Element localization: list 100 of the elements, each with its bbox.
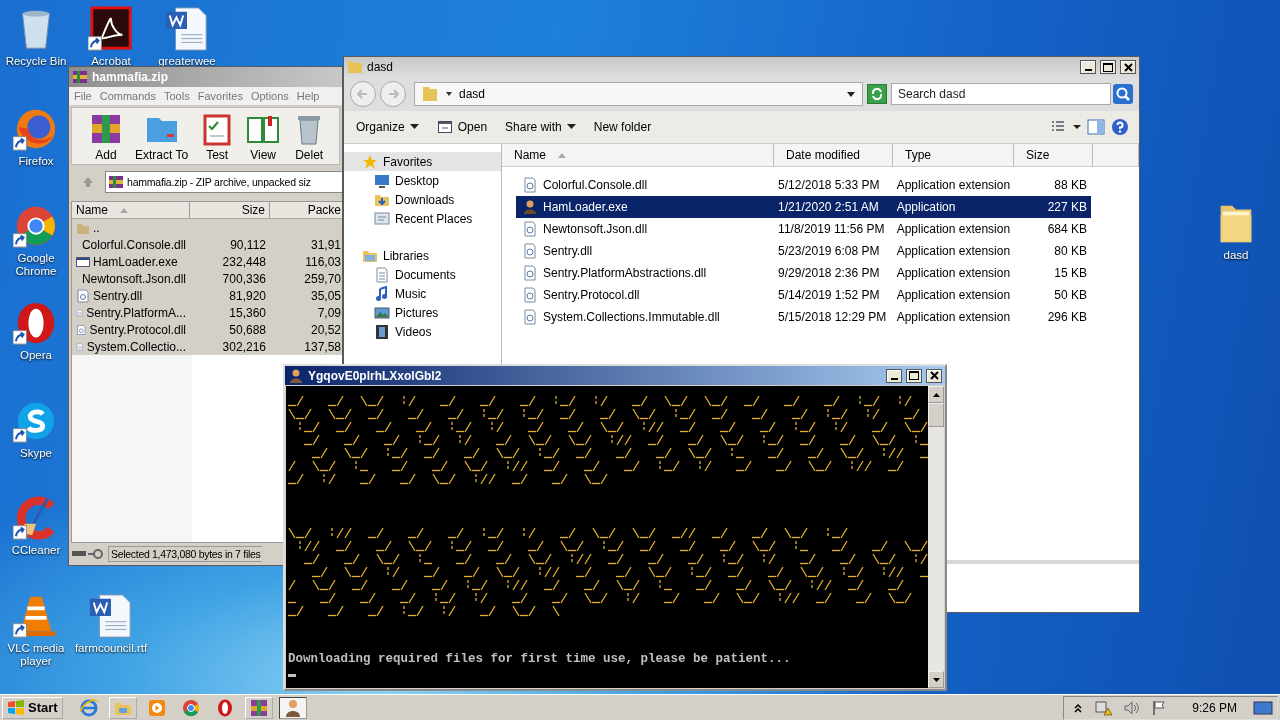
file-row[interactable]: Sentry.PlatformAbstractions.dll 9/29/2018 2:36 PM Application extension 15 KB xyxy=(516,262,1091,284)
menu-item[interactable]: Help xyxy=(296,90,320,102)
nav-item[interactable]: Desktop xyxy=(344,171,501,190)
address-field[interactable]: hammafia.zip - ZIP archive, unpacked siz xyxy=(105,171,342,193)
table-cell-text: Application extension xyxy=(895,288,1012,302)
table-cell-text: 296 KB xyxy=(1046,310,1088,324)
file-row[interactable]: Newtonsoft.Json.dll 11/8/2019 11:56 PM Application extension 684 KB xyxy=(516,218,1091,240)
address-bar[interactable]: dasd xyxy=(414,82,863,106)
scrollbar[interactable] xyxy=(928,386,944,688)
file-name: System.Collectio... xyxy=(86,339,186,354)
icon-label: Google Chrome xyxy=(14,252,58,278)
search-icon[interactable] xyxy=(1113,84,1133,104)
file-icon xyxy=(522,177,538,193)
refresh-button[interactable] xyxy=(867,84,887,104)
file-row[interactable]: Sentry.dll 5/23/2019 6:08 PM Application extension 80 KB xyxy=(516,240,1091,262)
file-row[interactable]: Colorful.Console.dll 5/12/2018 5:33 PM Application extension 88 KB xyxy=(516,174,1091,196)
toolbar-button[interactable]: Add xyxy=(84,112,128,162)
nav-item[interactable]: Videos xyxy=(344,322,501,341)
maximize-button[interactable] xyxy=(1100,60,1116,74)
menu-item[interactable]: Options xyxy=(250,90,289,102)
help-icon[interactable] xyxy=(1111,118,1129,136)
file-row[interactable]: System.Collections.Immutable.dll 5/15/2018 12:29 PM Application extension 296 KB xyxy=(516,306,1091,328)
minimize-button[interactable] xyxy=(886,368,902,383)
nav-item[interactable]: Music xyxy=(344,284,501,303)
console-text: Downloading required files for first time use, please be patient... xyxy=(288,652,792,666)
command-button[interactable]: Organize xyxy=(350,116,425,138)
search-field[interactable]: Search dasd xyxy=(891,83,1111,105)
chevron-up-icon[interactable] xyxy=(1074,702,1083,713)
flag-icon[interactable] xyxy=(1152,699,1167,716)
command-button[interactable]: Open xyxy=(430,115,494,139)
table-cell-text: 700,336 xyxy=(221,271,267,286)
caret-icon[interactable] xyxy=(846,90,856,98)
file-row[interactable]: Sentry.Protocol.dll 50,688 20,52 xyxy=(72,321,342,338)
network-warning-icon[interactable] xyxy=(1094,699,1113,716)
file-row[interactable]: Colorful.Console.dll 90,112 31,91 xyxy=(72,236,342,253)
folder-icon xyxy=(421,85,439,103)
nav-item[interactable]: Documents xyxy=(344,265,501,284)
menu-item[interactable]: Favorites xyxy=(197,90,243,102)
file-name: Sentry.Protocol.dll xyxy=(89,322,186,337)
icon-label: CCleaner xyxy=(11,544,61,557)
file-row[interactable]: .. xyxy=(72,219,342,236)
file-icon xyxy=(522,287,538,303)
column-header[interactable]: Packe xyxy=(270,202,342,218)
file-row[interactable]: HamLoader.exe 232,448 116,03 xyxy=(72,253,342,270)
file-row[interactable]: Sentry.dll 81,920 35,05 xyxy=(72,287,342,304)
forward-arrow-icon xyxy=(387,88,399,100)
nav-item[interactable]: Favorites xyxy=(344,152,501,171)
nav-item[interactable]: Libraries xyxy=(344,246,501,265)
column-header[interactable]: Name xyxy=(502,144,774,166)
archive-icon xyxy=(72,69,88,85)
command-button[interactable]: New folder xyxy=(587,116,658,138)
acrobat-icon[interactable] xyxy=(88,6,134,52)
close-button[interactable] xyxy=(926,368,942,383)
column-header[interactable]: Date modified xyxy=(774,144,893,166)
file-row[interactable]: System.Collectio... 302,216 137,58 xyxy=(72,338,342,355)
maximize-button[interactable] xyxy=(906,368,922,383)
table-cell-text: 5/12/2018 5:33 PM xyxy=(777,178,881,192)
program-icon xyxy=(522,199,538,215)
column-header[interactable]: Name xyxy=(72,202,190,218)
start-button[interactable]: Start xyxy=(2,696,63,719)
nav-item[interactable]: Downloads xyxy=(344,190,501,209)
file-name: Sentry.dll xyxy=(543,244,593,258)
close-button[interactable] xyxy=(1120,60,1136,74)
file-row[interactable]: Newtonsoft.Json.dll 700,336 259,70 xyxy=(72,270,342,287)
column-header[interactable]: Type xyxy=(893,144,1014,166)
document-icon[interactable] xyxy=(164,6,210,52)
column-header[interactable]: Size xyxy=(190,202,270,218)
file-name: Colorful.Console.dll xyxy=(81,237,186,252)
view-options-icon[interactable] xyxy=(1051,120,1081,134)
up-arrow-icon[interactable] xyxy=(932,392,940,397)
toolbar-button[interactable]: Delet xyxy=(287,112,332,162)
table-cell-text: 5/23/2019 6:08 PM xyxy=(777,244,881,258)
nav-item[interactable]: Pictures xyxy=(344,303,501,322)
breadcrumb-item[interactable]: dasd xyxy=(459,87,486,101)
icon-label: Opera xyxy=(20,349,52,362)
scrollbar-thumb[interactable] xyxy=(928,403,944,427)
file-row[interactable]: Sentry.Protocol.dll 5/14/2019 1:52 PM Application extension 50 KB xyxy=(516,284,1091,306)
clock[interactable]: 9:26 PM xyxy=(1192,700,1237,715)
volume-icon[interactable] xyxy=(1124,700,1141,715)
taskbar-app-button[interactable] xyxy=(278,696,307,719)
column-header[interactable]: Size xyxy=(1014,144,1093,166)
file-name: System.Collections.Immutable.dll xyxy=(543,310,720,324)
toolbar-button[interactable]: View xyxy=(241,112,286,162)
file-row[interactable]: Sentry.PlatformA... 15,360 7,09 xyxy=(72,304,342,321)
nav-item[interactable]: Recent Places xyxy=(344,209,501,228)
toolbar-button[interactable]: Test xyxy=(195,112,240,162)
menu-item[interactable]: Commands xyxy=(99,90,156,102)
file-row[interactable]: HamLoader.exe 1/21/2020 2:51 AM Application 227 KB xyxy=(516,196,1091,218)
command-button[interactable]: Share with xyxy=(499,116,582,138)
menu-item[interactable]: Tools xyxy=(164,90,190,102)
document-icon[interactable] xyxy=(88,593,134,639)
file-name: Sentry.PlatformAbstractions.dll xyxy=(543,266,707,280)
minimize-button[interactable] xyxy=(1080,60,1096,74)
table-cell-text: 31,91 xyxy=(309,237,342,252)
menu-item[interactable]: File xyxy=(74,90,92,102)
down-arrow-icon[interactable] xyxy=(932,677,940,682)
table-cell-text: 81,920 xyxy=(228,288,267,303)
toolbar-button[interactable]: Extract To xyxy=(130,112,194,162)
table-cell-text: 7,09 xyxy=(316,305,342,320)
caret-icon[interactable] xyxy=(445,90,453,98)
